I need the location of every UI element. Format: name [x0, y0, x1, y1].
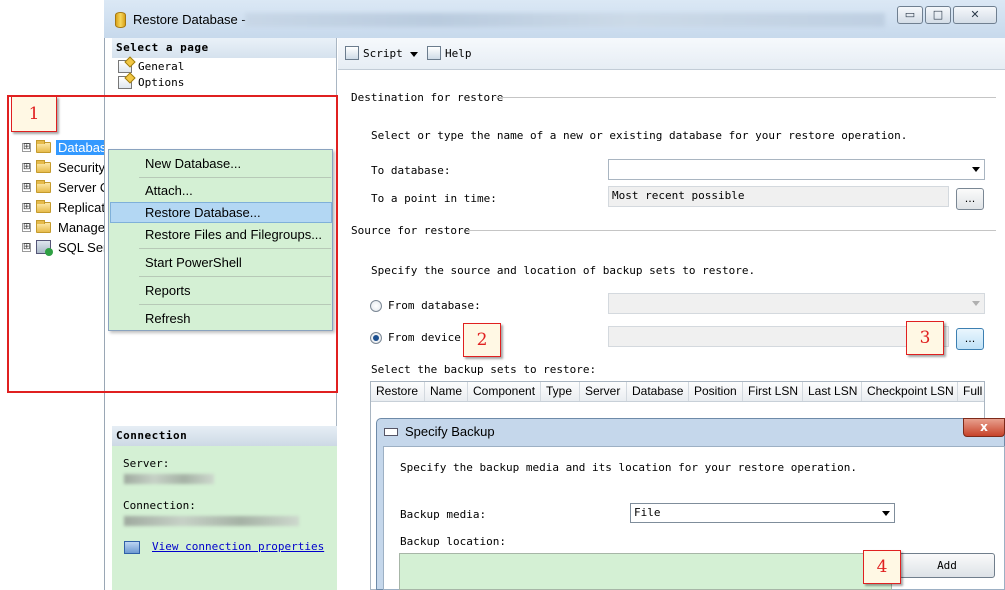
- source-section-title: Source for restore: [351, 224, 471, 237]
- select-page-header: Select a page: [112, 38, 336, 58]
- server-value-redacted: [124, 474, 214, 484]
- chevron-down-icon: [972, 301, 980, 306]
- add-button[interactable]: Add: [899, 553, 995, 578]
- page-options[interactable]: Options: [118, 74, 184, 90]
- column-header[interactable]: Component: [468, 382, 541, 401]
- from-database-label[interactable]: From database:: [388, 299, 481, 312]
- window-icon: [384, 428, 398, 436]
- chevron-down-icon[interactable]: [882, 511, 890, 516]
- backup-location-label: Backup location:: [400, 535, 506, 548]
- backup-media-label: Backup media:: [400, 508, 487, 521]
- point-in-time-label: To a point in time:: [371, 192, 497, 205]
- chevron-down-icon[interactable]: [972, 167, 980, 172]
- column-header[interactable]: Full L: [958, 382, 984, 401]
- specify-backup-instructions: Specify the backup media and its locatio…: [400, 461, 857, 474]
- grid-header: Restore Name Component Type Server Datab…: [371, 382, 984, 402]
- to-database-label: To database:: [371, 164, 451, 177]
- connection-properties-icon[interactable]: [124, 541, 140, 554]
- annotation-callout-2: 2: [463, 323, 501, 357]
- annotation-callout-4: 4: [863, 550, 901, 584]
- annotation-callout-3: 3: [906, 321, 944, 355]
- backup-sets-label: Select the backup sets to restore:: [371, 363, 597, 376]
- script-icon[interactable]: [345, 46, 359, 60]
- help-button[interactable]: Help: [445, 47, 472, 60]
- database-icon: [115, 12, 126, 28]
- point-in-time-browse-button[interactable]: ...: [956, 188, 984, 210]
- connection-value-redacted: [124, 516, 299, 526]
- backup-location-list[interactable]: [399, 553, 892, 590]
- page-icon: [118, 59, 132, 73]
- from-device-label[interactable]: From device:: [388, 331, 467, 344]
- annotation-callout-1: 1: [11, 96, 57, 132]
- minimize-button[interactable]: ▭: [897, 6, 923, 24]
- connection-header: Connection: [112, 426, 337, 446]
- view-connection-properties-link[interactable]: View connection properties: [152, 540, 324, 553]
- column-header[interactable]: Checkpoint LSN: [862, 382, 958, 401]
- specify-backup-title: Specify Backup: [405, 424, 495, 439]
- page-label[interactable]: Options: [138, 76, 184, 89]
- source-instructions: Specify the source and location of backu…: [371, 264, 756, 277]
- from-database-dropdown: [608, 293, 985, 314]
- script-dropdown-icon[interactable]: [410, 52, 418, 57]
- column-header[interactable]: Last LSN: [803, 382, 862, 401]
- specify-backup-close-button[interactable]: x: [963, 418, 1005, 437]
- connection-label: Connection:: [123, 499, 196, 512]
- title-redacted: [245, 13, 885, 27]
- server-label: Server:: [123, 457, 170, 470]
- point-in-time-value: Most recent possible: [612, 189, 745, 202]
- backup-media-dropdown[interactable]: File: [630, 503, 895, 523]
- destination-instructions: Select or type the name of a new or exis…: [371, 129, 908, 142]
- window-title: Restore Database -: [133, 12, 246, 27]
- page-icon: [118, 75, 132, 89]
- from-device-radio[interactable]: [370, 332, 382, 344]
- destination-section-title: Destination for restore: [351, 91, 504, 104]
- page-general[interactable]: General: [118, 58, 184, 74]
- column-header[interactable]: Server: [580, 382, 627, 401]
- column-header[interactable]: Name: [425, 382, 468, 401]
- close-button[interactable]: ✕: [953, 6, 997, 24]
- from-database-radio[interactable]: [370, 300, 382, 312]
- section-divider: [468, 230, 996, 231]
- column-header[interactable]: Restore: [371, 382, 425, 401]
- maximize-button[interactable]: □: [925, 6, 951, 24]
- from-device-field: [608, 326, 949, 347]
- column-header[interactable]: Type: [541, 382, 580, 401]
- help-icon[interactable]: [427, 46, 441, 60]
- column-header[interactable]: Position: [689, 382, 743, 401]
- backup-media-value: File: [634, 506, 661, 519]
- to-database-dropdown[interactable]: [608, 159, 985, 180]
- column-header[interactable]: First LSN: [743, 382, 803, 401]
- column-header[interactable]: Database: [627, 382, 689, 401]
- script-button[interactable]: Script: [363, 47, 403, 60]
- section-divider: [496, 97, 996, 98]
- annotation-highlight-box: [7, 95, 338, 393]
- page-label[interactable]: General: [138, 60, 184, 73]
- from-device-browse-button[interactable]: ...: [956, 328, 984, 350]
- point-in-time-field: Most recent possible: [608, 186, 949, 207]
